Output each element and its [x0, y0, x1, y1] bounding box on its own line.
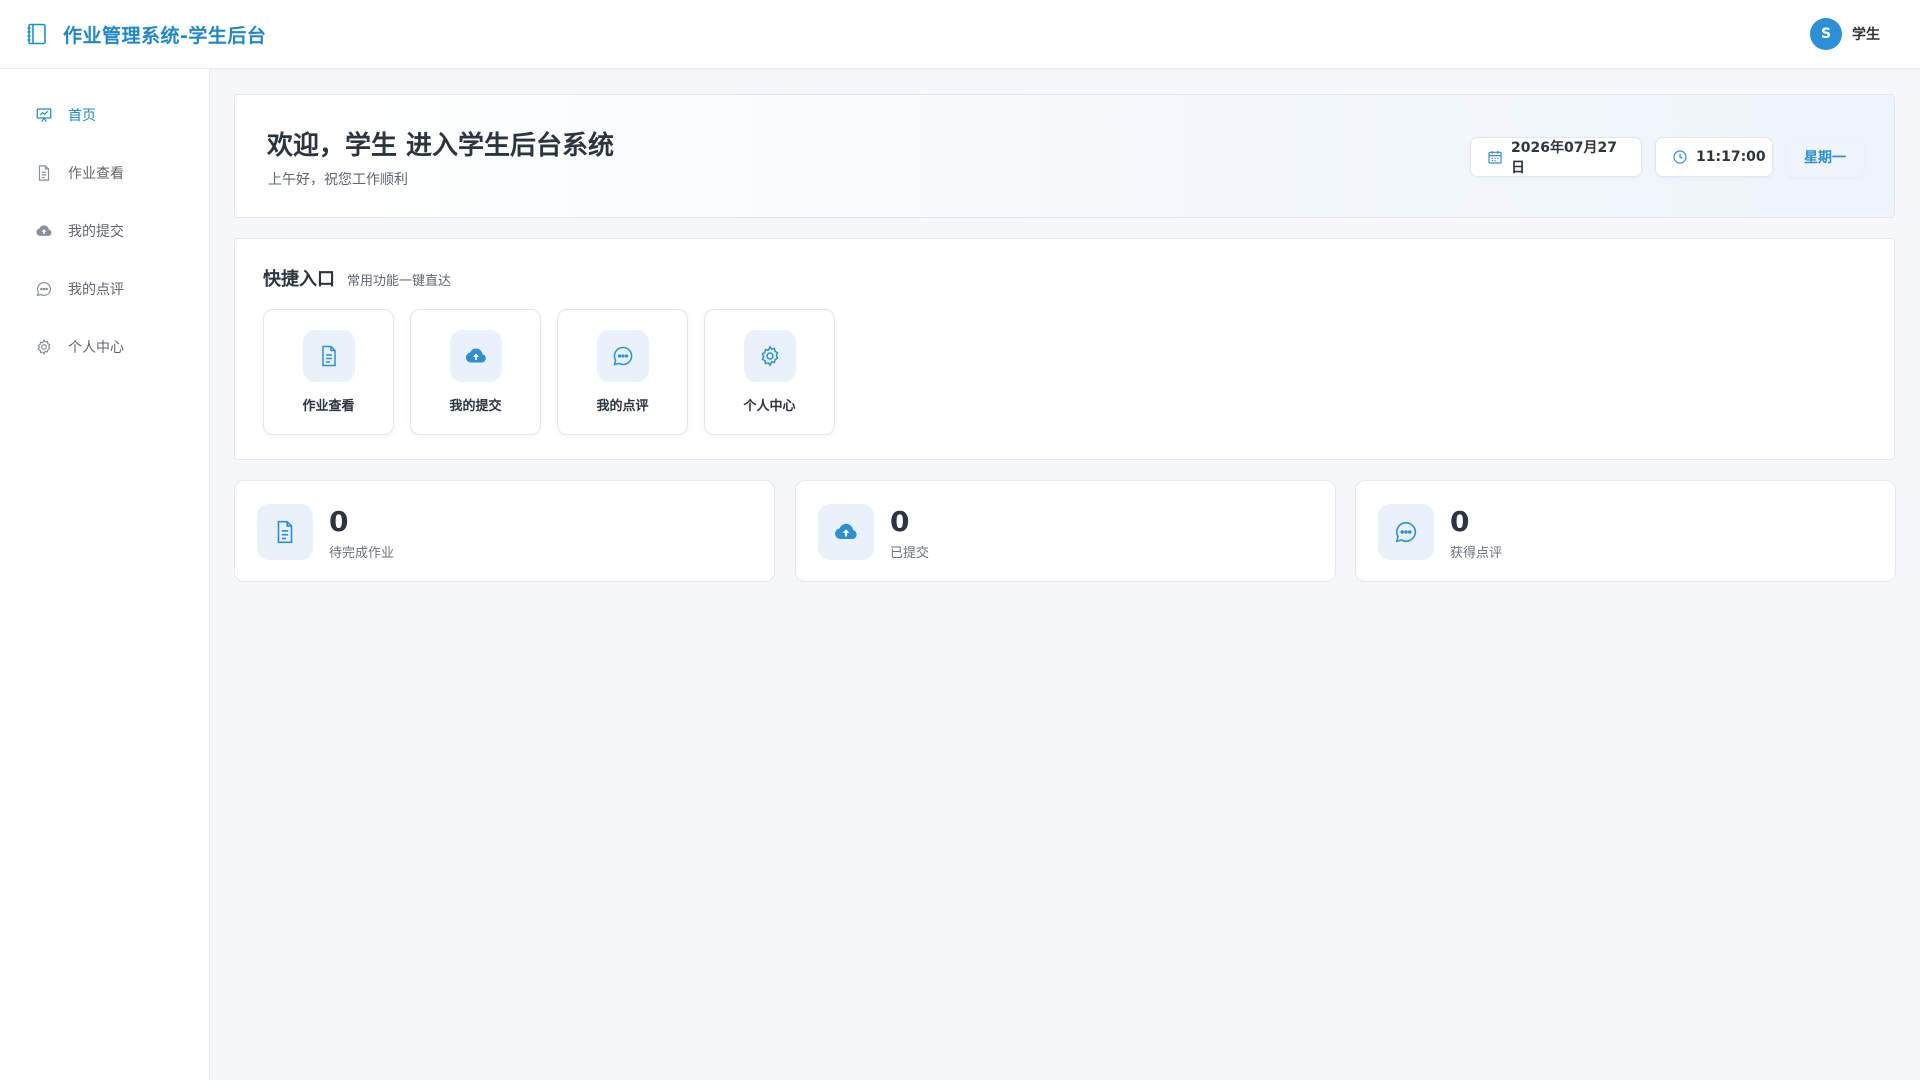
user-menu[interactable]: S 学生 — [1810, 18, 1880, 50]
sidebar-item-label: 作业查看 — [68, 166, 124, 182]
chat-bubble-icon — [1378, 504, 1434, 560]
time-badge: 11:17:00 — [1655, 137, 1773, 177]
stat-label: 已提交 — [890, 546, 930, 561]
sidebar-item-label: 我的点评 — [68, 282, 124, 298]
stat-label: 待完成作业 — [329, 546, 395, 561]
calendar-icon — [1487, 149, 1503, 165]
presentation-chart-icon — [35, 106, 53, 124]
date-badge: 2026年07月27日 — [1470, 137, 1642, 177]
quick-card-submissions[interactable]: 我的提交 — [410, 309, 541, 435]
document-icon — [35, 164, 53, 182]
document-icon — [257, 504, 313, 560]
stat-value: 0 — [890, 505, 910, 538]
gear-icon — [35, 338, 53, 356]
welcome-title: 欢迎，学生 进入学生后台系统 — [267, 131, 615, 161]
clock-icon — [1672, 149, 1688, 165]
stat-card-pending: 0 待完成作业 — [234, 480, 775, 582]
sidebar-item-home[interactable]: 首页 — [0, 86, 209, 144]
stat-card-reviews: 0 获得点评 — [1355, 480, 1896, 582]
stat-label: 获得点评 — [1450, 546, 1503, 561]
quick-access-title: 快捷入口 — [263, 269, 335, 290]
stat-value: 0 — [329, 505, 349, 538]
sidebar-item-label: 我的提交 — [68, 224, 124, 240]
quick-access-header: 快捷入口 常用功能一键直达 — [263, 265, 451, 291]
stat-card-submitted: 0 已提交 — [795, 480, 1336, 582]
sidebar-item-submissions[interactable]: 我的提交 — [0, 202, 209, 260]
user-name[interactable]: 学生 — [1852, 24, 1880, 44]
welcome-banner: 欢迎，学生 进入学生后台系统 上午好，祝您工作顺利 2026年07月27日 11… — [234, 94, 1895, 218]
sidebar-item-label: 首页 — [68, 108, 96, 124]
chat-bubble-icon — [596, 330, 649, 382]
quick-card-label: 作业查看 — [302, 399, 355, 414]
notebook-icon — [25, 22, 49, 46]
sidebar-item-profile[interactable]: 个人中心 — [0, 318, 209, 376]
stat-value: 0 — [1450, 505, 1470, 538]
quick-access-panel: 快捷入口 常用功能一键直达 作业查看 我的提交 我的点评 个人中心 — [234, 238, 1895, 460]
cloud-upload-icon — [449, 330, 502, 382]
avatar[interactable]: S — [1810, 18, 1842, 50]
sidebar-item-reviews[interactable]: 我的点评 — [0, 260, 209, 318]
time-text: 11:17:00 — [1696, 149, 1766, 165]
date-text: 2026年07月27日 — [1511, 140, 1617, 176]
cloud-upload-icon — [818, 504, 874, 560]
quick-card-label: 我的点评 — [596, 399, 649, 414]
cloud-upload-icon — [35, 222, 53, 240]
sidebar-nav: 首页 作业查看 我的提交 我的点评 个人中心 — [0, 69, 209, 376]
quick-card-label: 个人中心 — [743, 399, 796, 414]
top-header: 作业管理系统-学生后台 S 学生 — [0, 0, 1920, 69]
quick-card-profile[interactable]: 个人中心 — [704, 309, 835, 435]
quick-access-list: 作业查看 我的提交 我的点评 个人中心 — [263, 309, 851, 435]
quick-card-homework[interactable]: 作业查看 — [263, 309, 394, 435]
brand[interactable]: 作业管理系统-学生后台 — [25, 21, 266, 48]
welcome-subtitle: 上午好，祝您工作顺利 — [268, 172, 408, 188]
document-icon — [302, 330, 355, 382]
quick-access-subtitle: 常用功能一键直达 — [347, 274, 452, 289]
gear-icon — [743, 330, 796, 382]
chat-bubble-icon — [35, 280, 53, 298]
quick-card-label: 我的提交 — [449, 399, 502, 414]
sidebar-item-label: 个人中心 — [68, 340, 124, 356]
quick-card-reviews[interactable]: 我的点评 — [557, 309, 688, 435]
app-title: 作业管理系统-学生后台 — [63, 24, 267, 47]
sidebar: 首页 作业查看 我的提交 我的点评 个人中心 — [0, 69, 210, 1080]
weekday-badge: 星期一 — [1786, 137, 1864, 177]
sidebar-item-homework[interactable]: 作业查看 — [0, 144, 209, 202]
